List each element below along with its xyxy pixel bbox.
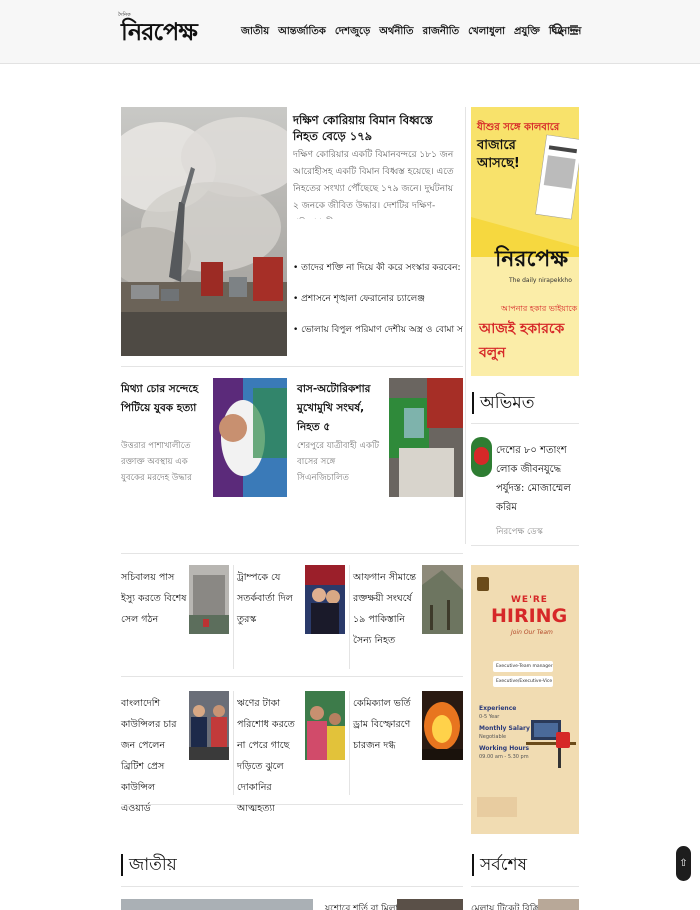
main-nav: জাতীয় আন্তর্জাতিক দেশজুড়ে অর্থনীতি রাজ…	[241, 24, 581, 41]
ad-headline: বাজারে আসছে!	[477, 138, 520, 171]
story-image[interactable]	[397, 899, 463, 910]
story-title[interactable]: কেমিক্যাল ভর্তি ড্রাম বিস্ফোরণে চারজন দগ…	[353, 693, 419, 756]
related-link[interactable]: • তাদের শক্তি না দিয়ে কী করে সংস্কার কর…	[293, 262, 463, 274]
lead-story-image[interactable]	[121, 107, 287, 356]
story-title[interactable]: মিথ্যা চোর সন্দেহে পিটিয়ে যুবক হত্যা	[121, 380, 211, 418]
story-image[interactable]	[422, 565, 463, 634]
story-image[interactable]	[422, 691, 463, 760]
ad-position: Executive-Team manager	[493, 661, 553, 672]
nav-item-international[interactable]: আন্তর্জাতিক	[278, 24, 326, 41]
ad-title: WE'RE	[511, 595, 548, 605]
search-icon[interactable]	[551, 22, 565, 38]
ad-value: Negotiable	[479, 734, 507, 740]
story-title[interactable]: বাস-অটোরিকশার মুখোমুখি সংঘর্ষ, নিহত ৫	[297, 380, 385, 437]
story-image[interactable]	[538, 899, 579, 910]
ad-position: Executive/Executive-Vice Presence	[493, 676, 553, 687]
hiring-advertisement[interactable]: WE'RE HIRING Join Our Team Executive-Tea…	[471, 565, 579, 834]
ad-cta: আজই হকারকে বলুন	[479, 321, 565, 361]
nav-item-national[interactable]: জাতীয়	[241, 24, 269, 41]
related-links: • তাদের শক্তি না দিয়ে কী করে সংস্কার কর…	[293, 262, 463, 355]
story-title[interactable]: ট্রাম্পকে যে সতর্কবার্তা দিল তুরস্ক	[237, 567, 303, 630]
divider	[471, 886, 579, 887]
divider	[349, 691, 350, 795]
story-image[interactable]	[305, 565, 345, 634]
nav-item-technology[interactable]: প্রযুক্তি	[514, 24, 540, 41]
divider	[471, 423, 579, 424]
ad-label: Monthly Salary	[479, 725, 530, 732]
ad-label: Working Hours	[479, 745, 530, 752]
nav-item-economy[interactable]: অর্থনীতি	[379, 24, 413, 41]
ad-logo: নিরপেক্ষ	[495, 246, 569, 272]
opinion-title[interactable]: দেশের ৮০ শতাংশ লোক জীবনযুদ্ধে পর্যুদস্ত:…	[496, 441, 580, 517]
ad-cta-line: আপনার হকার ভাইয়াকে	[501, 304, 578, 313]
ad-headline: যীশুর সঙ্গে কালবারে	[477, 122, 560, 133]
ad-footer	[477, 797, 517, 817]
section-heading-latest[interactable]: সর্বশেষ	[472, 854, 527, 876]
divider	[121, 886, 463, 887]
ad-tagline: The daily nirapekkho	[509, 277, 572, 284]
divider	[233, 691, 234, 795]
story-image[interactable]	[189, 691, 229, 760]
divider	[121, 553, 463, 554]
divider	[121, 804, 463, 805]
story-summary: উত্তরার পাশাখালীতে রক্তাক্ত অবস্থায় এক …	[121, 441, 192, 483]
lead-story-summary: দক্ষিণ কোরিয়ার একটি বিমানবন্দরে ১৮১ জন …	[293, 150, 454, 219]
section-heading-national[interactable]: জাতীয়	[121, 854, 177, 876]
story-summary: শেরপুরে যাত্রীবাহী একটি বাসের সঙ্গে সিএন…	[297, 441, 380, 483]
story-title[interactable]: আফগান সীমান্তে রক্তক্ষয়ী সংঘর্ষে ১৯ পাক…	[353, 567, 419, 651]
ad-logo-icon	[477, 577, 489, 591]
site-logo[interactable]: নিরপেক্ষ	[121, 14, 198, 54]
divider	[471, 545, 579, 546]
site-header: দৈনিক নিরপেক্ষ জাতীয় আন্তর্জাতিক দেশজুড…	[0, 0, 700, 64]
divider	[465, 107, 466, 544]
story-image[interactable]	[389, 378, 463, 497]
divider	[121, 366, 463, 367]
story-title[interactable]: ঋণের টাকা পরিশোধ করতে না পেরে গাছে দড়িত…	[237, 693, 303, 819]
story-title[interactable]: মেলায় টিকেট বিক্রি	[471, 901, 540, 910]
menu-icon[interactable]	[568, 22, 582, 38]
opinion-author: নিরপেক্ষ ডেস্ক	[496, 527, 543, 537]
section-heading-opinion[interactable]: অভিমত	[472, 392, 534, 414]
ad-subtitle: Join Our Team	[511, 629, 553, 636]
arrow-up-icon: ⇧	[679, 858, 688, 869]
divider	[349, 565, 350, 669]
nav-item-politics[interactable]: রাজনীতি	[423, 24, 460, 41]
nav-item-sports[interactable]: খেলাধুলা	[468, 24, 505, 41]
story-title[interactable]: বাংলাদেশি কাউন্সিলর চার জন পেলেন ব্রিটিশ…	[121, 693, 187, 819]
story-image[interactable]	[121, 899, 313, 910]
scroll-top-button[interactable]: ⇧	[676, 846, 691, 881]
ad-label: Experience	[479, 705, 517, 712]
ad-value: 0-5 Year	[479, 714, 500, 720]
divider	[121, 676, 463, 677]
author-avatar	[471, 437, 492, 477]
story-image[interactable]	[305, 691, 345, 760]
related-link[interactable]: • প্রশাসনে শৃঙ্খলা ফেরানোর চ্যালেঞ্জ	[293, 293, 463, 305]
related-link[interactable]: • ভোলায় বিপুল পরিমাণ দেশীয় অস্ত্র ও বো…	[293, 324, 463, 336]
ad-title: HIRING	[491, 605, 568, 627]
story-image[interactable]	[189, 565, 229, 634]
story-title[interactable]: সচিবালয় পাস ইস্যু করতে বিশেষ সেল গঠন	[121, 567, 187, 630]
lead-story-title[interactable]: দক্ষিণ কোরিয়ায় বিমান বিধ্বস্তে নিহত বে…	[293, 112, 459, 144]
divider	[233, 565, 234, 669]
desk-illustration-icon	[526, 720, 576, 768]
ad-value: 09.00 am - 5.30 pm	[479, 754, 529, 760]
advertisement-banner[interactable]: যীশুর সঙ্গে কালবারে বাজারে আসছে! নিরপেক্…	[471, 107, 579, 376]
story-image[interactable]	[213, 378, 287, 497]
nav-item-countrywide[interactable]: দেশজুড়ে	[335, 24, 370, 41]
